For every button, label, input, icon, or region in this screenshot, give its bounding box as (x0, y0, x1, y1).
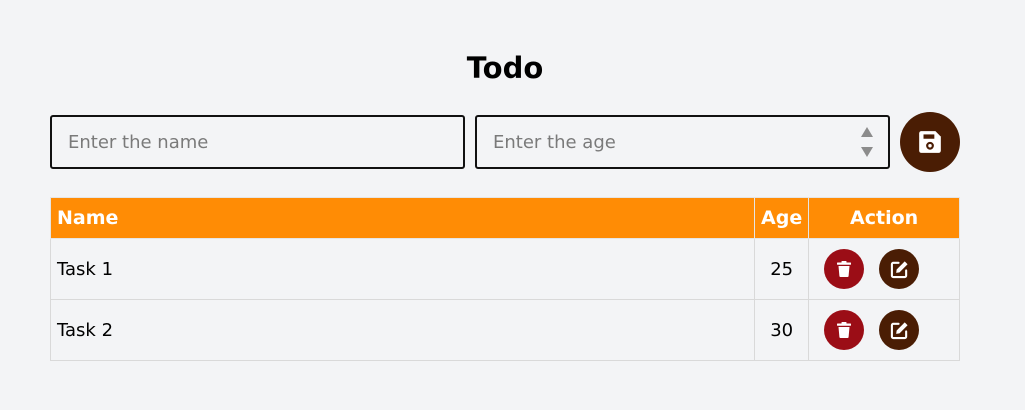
table-row: Task 1 25 (49, 238, 960, 300)
cell-name: Task 1 (49, 238, 756, 300)
name-input[interactable] (50, 115, 465, 169)
save-button[interactable] (900, 112, 960, 172)
edit-button[interactable] (879, 249, 920, 289)
cell-actions (808, 299, 960, 361)
spinner-down-arrow-icon[interactable] (861, 147, 873, 157)
cell-age: 30 (754, 299, 810, 361)
todo-app: Todo Name Age Action (0, 0, 1025, 410)
todo-table: Name Age Action Task 1 25 Task 2 30 (49, 197, 960, 361)
delete-button[interactable] (824, 249, 865, 289)
column-header-name: Name (49, 197, 756, 239)
cell-age: 25 (754, 238, 810, 300)
age-input[interactable] (475, 115, 890, 169)
table-header-row: Name Age Action (49, 197, 960, 239)
edit-icon (890, 260, 909, 279)
page-title: Todo (466, 51, 544, 85)
delete-button[interactable] (824, 310, 865, 350)
cell-name: Task 2 (49, 299, 756, 361)
age-field-wrapper (475, 115, 890, 169)
edit-button[interactable] (879, 310, 920, 350)
age-spinner (860, 127, 874, 157)
edit-icon (890, 321, 909, 340)
table-row: Task 2 30 (49, 299, 960, 361)
cell-actions (808, 238, 960, 300)
column-header-action: Action (808, 197, 960, 239)
trash-icon (837, 322, 852, 338)
column-header-age: Age (754, 197, 810, 239)
trash-icon (837, 261, 852, 277)
save-icon (917, 129, 943, 155)
spinner-up-arrow-icon[interactable] (861, 127, 873, 137)
